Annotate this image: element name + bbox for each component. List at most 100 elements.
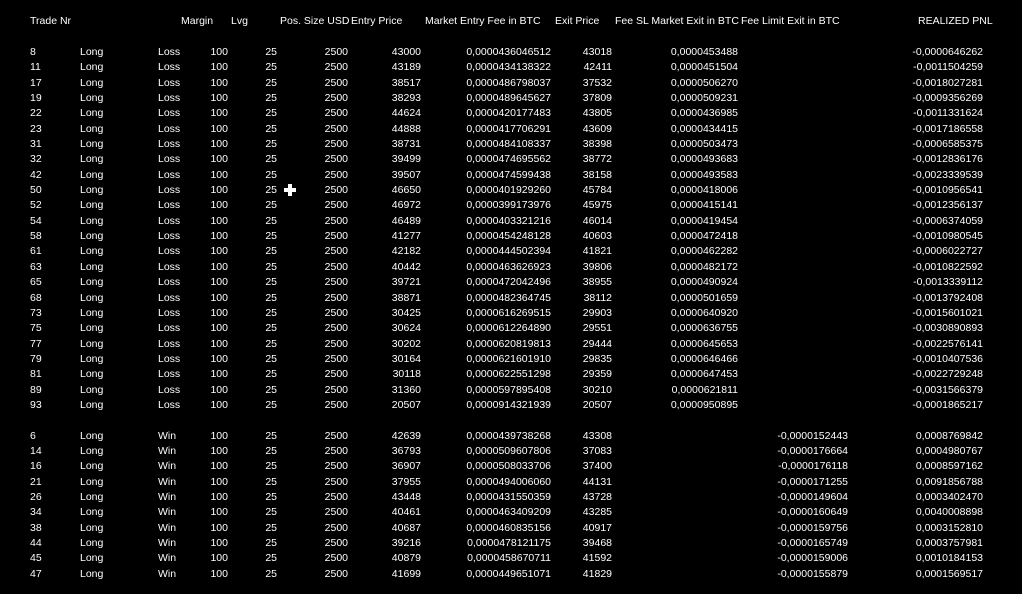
cell-direction: Long: [80, 92, 104, 105]
cell-result: Win: [158, 506, 177, 519]
cell-margin: 100: [210, 521, 228, 534]
table-row: 45 Long Win 100 25 2500 40879 0,0000458670711 41…: [0, 551, 1022, 566]
cell-realized-pnl: -0,0011504259: [913, 61, 983, 74]
header-margin: Margin: [181, 15, 214, 27]
cell-result: Loss: [158, 260, 181, 273]
cell-margin: 100: [210, 322, 228, 335]
cell-pos-size: 2500: [324, 352, 348, 365]
cell-leverage: 25: [265, 230, 277, 243]
cell-entry-price: 39721: [391, 276, 421, 289]
cell-fee-sl: 0,0000640920: [670, 306, 738, 319]
cell-entry-price: 41277: [391, 230, 421, 243]
cell-realized-pnl: -0,0010407536: [912, 352, 983, 365]
cell-direction: Long: [80, 490, 104, 503]
cell-result: Loss: [158, 337, 181, 350]
cell-realized-pnl: -0,0022576141: [912, 337, 983, 350]
cell-entry-price: 38517: [391, 76, 421, 89]
cell-fee-sl: 0,0000621811: [671, 383, 738, 396]
cell-trade-nr: 52: [30, 199, 42, 212]
cell-trade-nr: 8: [30, 46, 36, 58]
cell-exit-price: 38158: [582, 168, 612, 181]
cell-margin: 100: [210, 552, 228, 565]
cell-market-entry-fee: 0,0000508033706: [466, 460, 551, 473]
cell-leverage: 25: [265, 46, 277, 58]
cell-exit-price: 38955: [582, 276, 612, 289]
cell-result: Loss: [158, 122, 181, 135]
cell-leverage: 25: [265, 214, 277, 227]
cell-exit-price: 44131: [582, 475, 612, 488]
cell-leverage: 25: [265, 107, 277, 120]
cell-entry-price: 39216: [391, 537, 421, 549]
cell-market-entry-fee: 0,0000509607806: [466, 444, 551, 457]
cell-pos-size: 2500: [324, 429, 348, 442]
cell-pos-size: 2500: [324, 92, 348, 105]
cell-fee-sl: 0,0000418006: [670, 184, 738, 197]
table-row: 31 Long Loss 100 25 2500 38731 0,0000484108337 3…: [0, 137, 1022, 152]
cell-fee-sl: 0,0000503473: [670, 138, 738, 151]
cell-trade-nr: 93: [30, 398, 42, 411]
cell-leverage: 25: [265, 537, 277, 549]
cell-result: Win: [158, 537, 177, 549]
cell-pos-size: 2500: [324, 214, 348, 227]
cell-market-entry-fee: 0,0000417706291: [466, 122, 551, 135]
cell-direction: Long: [80, 475, 104, 488]
cell-entry-price: 30425: [391, 306, 421, 319]
cell-pos-size: 2500: [324, 107, 348, 120]
cell-result: Win: [158, 552, 177, 565]
cell-margin: 100: [210, 230, 228, 243]
cell-result: Loss: [158, 46, 181, 58]
cell-exit-price: 43018: [582, 46, 612, 58]
cell-leverage: 25: [265, 184, 277, 197]
cell-margin: 100: [210, 276, 228, 289]
cell-exit-price: 46014: [582, 214, 612, 227]
cell-entry-price: 40461: [391, 506, 421, 519]
header-realized-pnl: REALIZED PNL: [918, 15, 993, 27]
cell-market-entry-fee: 0,0000484108337: [466, 138, 551, 151]
cell-direction: Long: [80, 383, 104, 396]
cell-margin: 100: [210, 214, 228, 227]
cell-leverage: 25: [265, 521, 277, 534]
cell-exit-price: 20507: [582, 398, 612, 411]
cell-direction: Long: [80, 122, 104, 135]
cell-market-entry-fee: 0,0000401929260: [466, 184, 551, 197]
cell-realized-pnl: -0,0031566379: [912, 383, 983, 396]
cell-realized-pnl: -0,0010980545: [912, 230, 983, 243]
cell-pos-size: 2500: [324, 153, 348, 166]
cell-direction: Long: [80, 429, 104, 442]
table-row: 16 Long Win 100 25 2500 36907 0,0000508033706 37…: [0, 459, 1022, 474]
cell-direction: Long: [80, 337, 104, 350]
cell-direction: Long: [80, 398, 104, 411]
cell-leverage: 25: [265, 276, 277, 289]
cell-fee-sl: 0,0000472418: [670, 230, 738, 243]
cell-entry-price: 37955: [391, 475, 421, 488]
cell-market-entry-fee: 0,0000482364745: [466, 291, 551, 304]
cell-exit-price: 43308: [582, 429, 612, 442]
cell-pos-size: 2500: [324, 61, 348, 74]
cell-market-entry-fee: 0,0000403321216: [466, 214, 551, 227]
cell-result: Loss: [158, 383, 181, 396]
cell-fee-limit: -0,0000152443: [777, 429, 848, 442]
cell-trade-nr: 89: [30, 383, 42, 396]
cell-fee-limit: -0,0000176118: [778, 460, 848, 473]
cell-margin: 100: [210, 506, 228, 519]
cell-result: Loss: [158, 214, 181, 227]
cell-market-entry-fee: 0,0000474599438: [466, 168, 551, 181]
cell-realized-pnl: -0,0012836176: [912, 153, 983, 166]
table-row: 89 Long Loss 100 25 2500 31360 0,0000597895408 3…: [0, 383, 1022, 398]
cell-market-entry-fee: 0,0000616269515: [466, 306, 551, 319]
header-pos-size: Pos. Size USD: [280, 15, 350, 27]
cell-exit-price: 43728: [582, 490, 612, 503]
cell-margin: 100: [210, 337, 228, 350]
cell-leverage: 25: [265, 383, 277, 396]
table-row: 26 Long Win 100 25 2500 43448 0,0000431550359 43…: [0, 490, 1022, 505]
cell-trade-nr: 16: [30, 460, 42, 473]
cell-market-entry-fee: 0,0000436046512: [466, 46, 551, 58]
cell-fee-sl: 0,0000647453: [670, 368, 738, 381]
cell-result: Loss: [158, 322, 181, 335]
cell-direction: Long: [80, 153, 104, 166]
cell-realized-pnl: -0,0013792408: [912, 291, 983, 304]
cell-pos-size: 2500: [324, 368, 348, 381]
table-row: 47 Long Win 100 25 2500 41699 0,0000449651071 41…: [0, 567, 1022, 582]
cell-market-entry-fee: 0,0000621601910: [466, 352, 551, 365]
